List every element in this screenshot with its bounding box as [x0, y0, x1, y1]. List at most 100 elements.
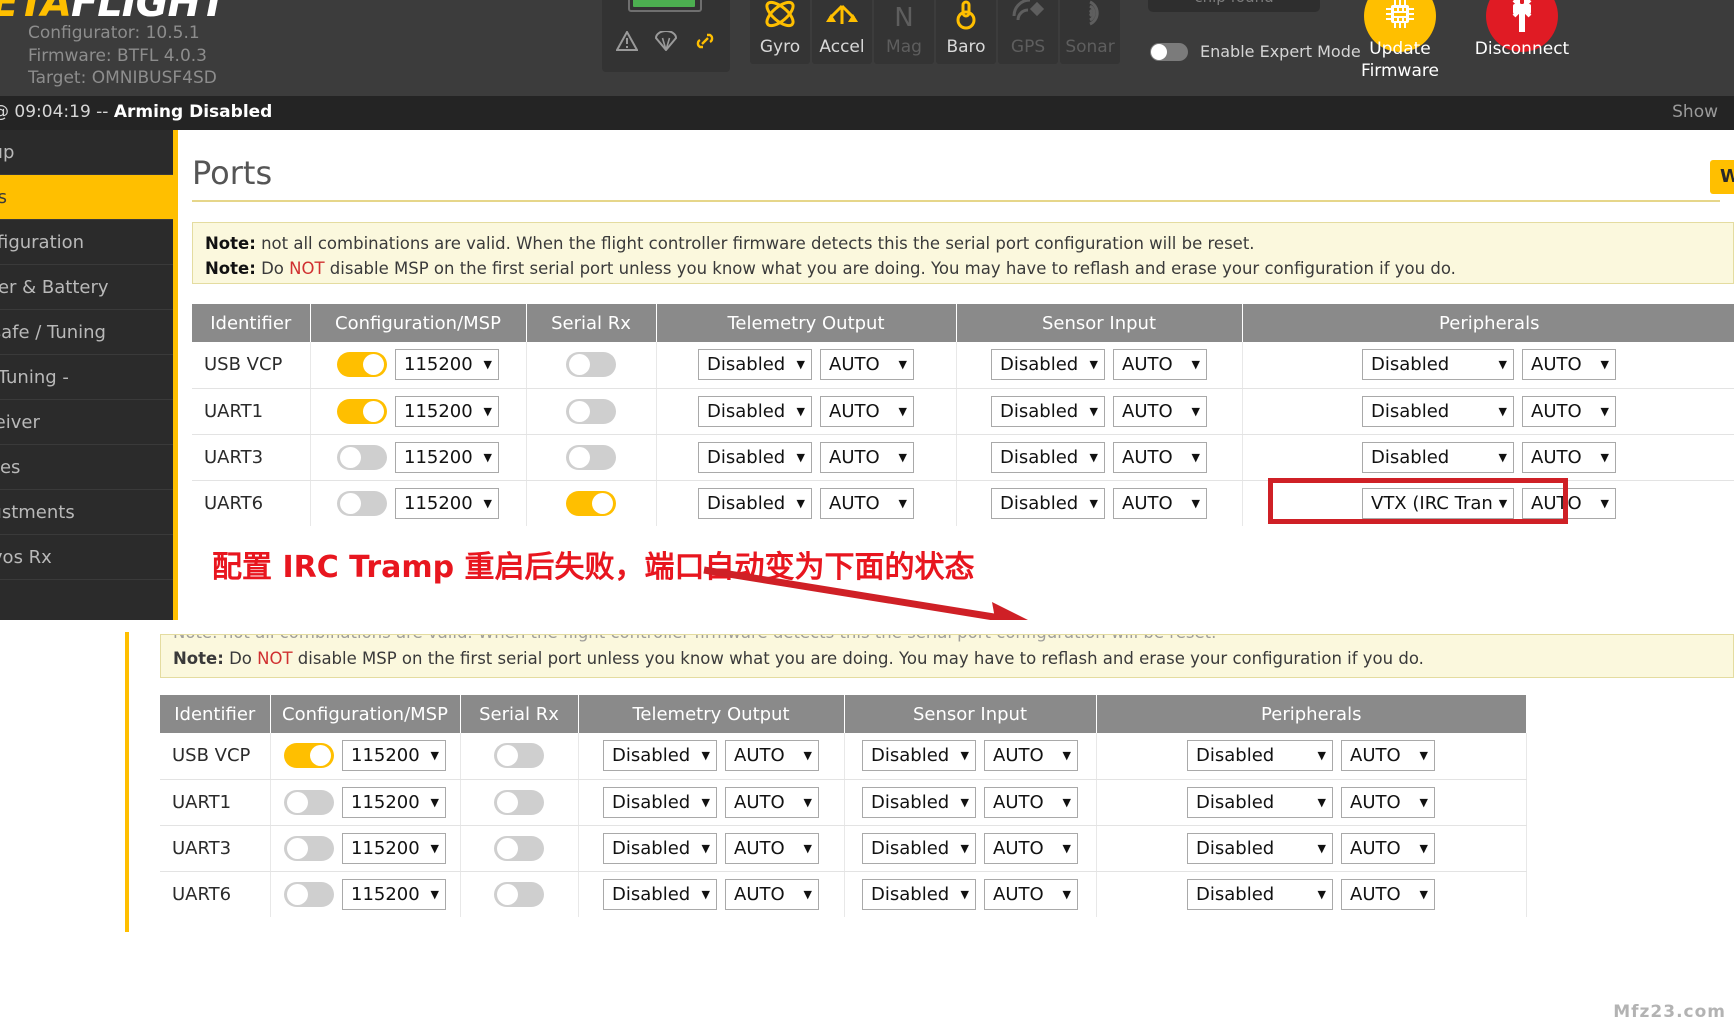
msp-baud-select[interactable]: 115200 ▼ [395, 441, 499, 473]
sidebar-item-configuration[interactable]: Configuration [0, 220, 173, 265]
sensor-select[interactable]: Disabled ▼ [991, 487, 1105, 519]
sidebar-item-label: Power & Battery [0, 276, 109, 298]
sensor-input-cell: Disabled ▼ AUTO ▼ [844, 871, 1097, 917]
msp-baud-select[interactable]: 115200 ▼ [395, 349, 499, 381]
sensor-baud-select[interactable]: AUTO ▼ [984, 786, 1078, 818]
telemetry-select[interactable]: Disabled ▼ [698, 395, 812, 427]
peripheral-baud-select[interactable]: AUTO ▼ [1341, 740, 1435, 772]
sensor-baud-select-value: AUTO [1122, 446, 1173, 468]
sensor-baud-select[interactable]: AUTO ▼ [1113, 349, 1207, 381]
sensor-select-value: Disabled [1000, 354, 1079, 376]
sensor-baud-select[interactable]: AUTO ▼ [984, 878, 1078, 910]
msp-baud-select[interactable]: 115200 ▼ [395, 487, 499, 519]
msp-baud-select[interactable]: 115200 ▼ [342, 878, 446, 910]
sidebar-item-modes[interactable]: Modes [0, 445, 173, 490]
wiki-button[interactable]: Wiki [1710, 160, 1734, 194]
serial-rx-toggle[interactable] [494, 743, 544, 769]
peripheral-baud-select[interactable]: AUTO ▼ [1341, 832, 1435, 864]
sensor-select[interactable]: Disabled ▼ [991, 441, 1105, 473]
serial-rx-toggle[interactable] [566, 398, 616, 424]
telemetry-select[interactable]: Disabled ▼ [698, 441, 812, 473]
sidebar-item-receiver[interactable]: Receiver [0, 400, 173, 445]
sensor-baud-select[interactable]: AUTO ▼ [984, 832, 1078, 864]
telemetry-baud-select[interactable]: AUTO ▼ [725, 832, 819, 864]
serial-rx-toggle[interactable] [494, 789, 544, 815]
sensor-select[interactable]: Disabled ▼ [991, 349, 1105, 381]
sidebar-item-pid-tuning[interactable]: PID Tuning - [0, 355, 173, 400]
msp-toggle[interactable] [284, 743, 334, 769]
msp-toggle[interactable] [284, 881, 334, 907]
peripheral-select[interactable]: Disabled ▼ [1362, 441, 1514, 473]
lower-accent-bar [125, 632, 129, 932]
peripheral-baud-select[interactable]: AUTO ▼ [1522, 441, 1616, 473]
peripheral-select[interactable]: Disabled ▼ [1187, 740, 1333, 772]
telemetry-baud-select[interactable]: AUTO ▼ [820, 441, 914, 473]
sonar-icon [1070, 0, 1110, 34]
sensor-select[interactable]: Disabled ▼ [862, 832, 976, 864]
chevron-down-icon: ▼ [803, 749, 812, 763]
msp-toggle[interactable] [284, 789, 334, 815]
sensor-baud-select[interactable]: AUTO ▼ [1113, 395, 1207, 427]
telemetry-select[interactable]: Disabled ▼ [603, 878, 717, 910]
sensor-select[interactable]: Disabled ▼ [862, 786, 976, 818]
sensor-select[interactable]: Disabled ▼ [862, 878, 976, 910]
msp-toggle[interactable] [284, 835, 334, 861]
show-log-button[interactable]: Show [1672, 102, 1718, 122]
telemetry-select[interactable]: Disabled ▼ [603, 832, 717, 864]
peripheral-baud-select[interactable]: AUTO ▼ [1341, 878, 1435, 910]
telemetry-baud-select[interactable]: AUTO ▼ [725, 740, 819, 772]
sidebar-item-servos-rx[interactable]: Servos Rx [0, 535, 173, 580]
serial-rx-toggle[interactable] [494, 881, 544, 907]
msp-baud-select[interactable]: 115200 ▼ [342, 832, 446, 864]
msp-baud-select[interactable]: 115200 ▼ [342, 740, 446, 772]
peripheral-select[interactable]: Disabled ▼ [1187, 832, 1333, 864]
msp-baud-select[interactable]: 115200 ▼ [342, 786, 446, 818]
msp-toggle[interactable] [337, 398, 387, 424]
sensor-baud-select[interactable]: AUTO ▼ [1113, 441, 1207, 473]
telemetry-baud-select[interactable]: AUTO ▼ [820, 395, 914, 427]
peripheral-select[interactable]: Disabled ▼ [1362, 395, 1514, 427]
peripheral-select[interactable]: Disabled ▼ [1362, 349, 1514, 381]
sensor-baud-select[interactable]: AUTO ▼ [1113, 487, 1207, 519]
telemetry-baud-select[interactable]: AUTO ▼ [820, 487, 914, 519]
telemetry-select[interactable]: Disabled ▼ [603, 786, 717, 818]
sensor-select[interactable]: Disabled ▼ [991, 395, 1105, 427]
port-identifier: UART6 [192, 480, 311, 526]
lower-note-line: Note: Do NOT disable MSP on the first se… [173, 649, 1721, 668]
msp-baud-select[interactable]: 115200 ▼ [395, 395, 499, 427]
serial-rx-toggle[interactable] [566, 352, 616, 378]
serial-rx-toggle[interactable] [494, 835, 544, 861]
telemetry-baud-select[interactable]: AUTO ▼ [820, 349, 914, 381]
sensor-baud-select[interactable]: AUTO ▼ [984, 740, 1078, 772]
peripheral-select[interactable]: Disabled ▼ [1187, 786, 1333, 818]
sidebar-item-failsafe-tuning[interactable]: Failsafe / Tuning [0, 310, 173, 355]
peripheral-baud-select[interactable]: AUTO ▼ [1341, 786, 1435, 818]
telemetry-select[interactable]: Disabled ▼ [698, 349, 812, 381]
msp-toggle[interactable] [337, 490, 387, 516]
telemetry-baud-select[interactable]: AUTO ▼ [725, 878, 819, 910]
sensor-select[interactable]: Disabled ▼ [862, 740, 976, 772]
msp-toggle[interactable] [337, 352, 387, 378]
serial-rx-toggle[interactable] [566, 490, 616, 516]
peripheral-select[interactable]: Disabled ▼ [1187, 878, 1333, 910]
peripheral-baud-select[interactable]: AUTO ▼ [1522, 395, 1616, 427]
chevron-down-icon: ▼ [483, 450, 492, 464]
link-icon[interactable] [694, 31, 716, 51]
peripheral-select[interactable]: VTX (IRC Tran ▼ [1362, 487, 1514, 519]
telemetry-baud-select[interactable]: AUTO ▼ [725, 786, 819, 818]
telemetry-select[interactable]: Disabled ▼ [698, 487, 812, 519]
sidebar-item-adjustments[interactable]: Adjustments [0, 490, 173, 535]
sidebar-item-ports[interactable]: Ports [0, 175, 173, 220]
sidebar-item-setup[interactable]: Setup [0, 130, 173, 175]
serial-rx-toggle[interactable] [566, 444, 616, 470]
peripheral-baud-select[interactable]: AUTO ▼ [1522, 487, 1616, 519]
msp-baud-select-value: 115200 [351, 883, 420, 905]
port-identifier: UART3 [160, 825, 271, 872]
sensor-baro-label: Baro [946, 37, 986, 57]
peripheral-baud-select-value: AUTO [1531, 354, 1582, 376]
telemetry-select[interactable]: Disabled ▼ [603, 740, 717, 772]
msp-toggle[interactable] [337, 444, 387, 470]
expert-mode-toggle[interactable] [1150, 42, 1188, 61]
sidebar-item-power-battery[interactable]: Power & Battery [0, 265, 173, 310]
peripheral-baud-select[interactable]: AUTO ▼ [1522, 349, 1616, 381]
